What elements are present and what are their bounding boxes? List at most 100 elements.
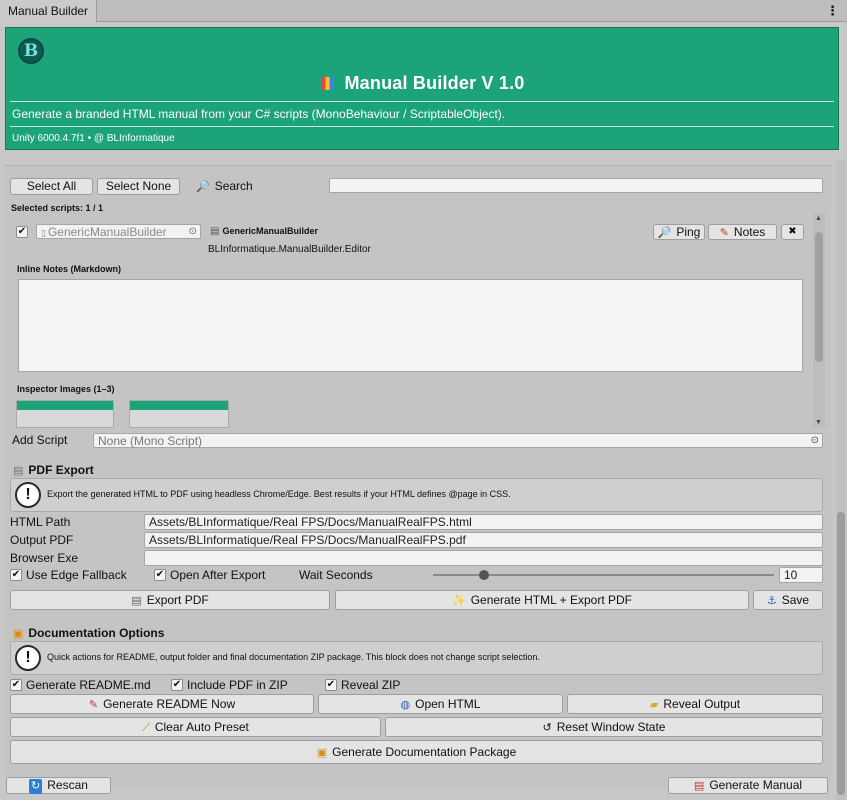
broom-icon: ⟋ bbox=[142, 722, 150, 734]
generate-readme-now-label: Generate README Now bbox=[103, 697, 236, 711]
script-select-checkbox[interactable]: ✔ bbox=[16, 226, 28, 238]
anchor-icon: ⚓ bbox=[766, 595, 777, 607]
generate-manual-label: Generate Manual bbox=[709, 778, 803, 792]
rescan-button[interactable]: ↻ Rescan bbox=[6, 777, 111, 794]
document-icon: ▤ bbox=[693, 780, 705, 792]
palette-icon bbox=[321, 77, 335, 90]
open-html-label: Open HTML bbox=[415, 697, 481, 711]
rescan-label: Rescan bbox=[47, 778, 88, 792]
reveal-zip-checkbox[interactable]: ✔ bbox=[325, 679, 337, 691]
generate-readme-now-button[interactable]: ✎ Generate README Now bbox=[10, 694, 314, 714]
output-pdf-input[interactable]: Assets/BLInformatique/Real FPS/Docs/Manu… bbox=[144, 532, 823, 548]
select-none-button[interactable]: Select None bbox=[97, 178, 180, 195]
script-object-value: GenericManualBuilder bbox=[47, 225, 167, 239]
search-label: Search bbox=[214, 179, 253, 193]
reveal-output-label: Reveal Output bbox=[663, 697, 741, 711]
documentation-options-heading: ▣ Documentation Options bbox=[13, 626, 164, 640]
tab-bar: Manual Builder ⋮ bbox=[0, 0, 847, 22]
remove-script-button[interactable]: ✖ bbox=[781, 224, 804, 240]
generate-readme-md-checkbox[interactable]: ✔ bbox=[10, 679, 22, 691]
generate-readme-md-label: Generate README.md bbox=[26, 678, 151, 692]
info-icon: ! bbox=[15, 645, 41, 671]
divider bbox=[10, 126, 834, 127]
object-picker-icon[interactable]: ⊙ bbox=[189, 225, 197, 239]
scroll-up-icon[interactable]: ▲ bbox=[815, 215, 822, 222]
info-icon: ! bbox=[15, 482, 41, 508]
reset-window-state-button[interactable]: ↺ Reset Window State bbox=[385, 717, 823, 737]
object-picker-icon[interactable]: ⊙ bbox=[811, 434, 819, 448]
package-icon: ▣ bbox=[316, 747, 328, 759]
include-pdf-zip-checkbox[interactable]: ✔ bbox=[171, 679, 183, 691]
script-namespace: BLInformatique.ManualBuilder.Editor bbox=[208, 244, 371, 255]
pdf-export-heading: ▤ PDF Export bbox=[13, 463, 94, 477]
page-title: Manual Builder V 1.0 bbox=[344, 73, 525, 93]
scroll-down-icon[interactable]: ▼ bbox=[815, 419, 822, 426]
pdf-export-info-text: Export the generated HTML to PDF using h… bbox=[47, 489, 511, 499]
generate-manual-button[interactable]: ▤ Generate Manual bbox=[668, 777, 828, 794]
notes-button[interactable]: ✎ Notes bbox=[708, 224, 777, 240]
tab-manual-builder[interactable]: Manual Builder bbox=[0, 0, 98, 22]
ping-label: Ping bbox=[676, 225, 701, 239]
wait-seconds-input[interactable]: 10 bbox=[779, 567, 823, 583]
generate-html-export-pdf-button[interactable]: ✨ Generate HTML + Export PDF bbox=[335, 590, 749, 610]
pencil-icon: ✎ bbox=[719, 227, 729, 239]
subtitle: Generate a branded HTML manual from your… bbox=[12, 107, 506, 121]
save-button[interactable]: ⚓ Save bbox=[753, 590, 823, 610]
open-html-button[interactable]: ◍ Open HTML bbox=[318, 694, 563, 714]
selected-count: Selected scripts: 1 / 1 bbox=[11, 203, 104, 213]
save-label: Save bbox=[781, 593, 810, 607]
window-scroll-thumb[interactable] bbox=[837, 512, 845, 795]
open-after-export-label: Open After Export bbox=[170, 568, 266, 582]
inspector-image-thumbnail[interactable] bbox=[129, 400, 229, 428]
more-options-icon[interactable]: ⋮ bbox=[826, 3, 839, 19]
package-icon: ▣ bbox=[13, 628, 24, 640]
script-name-row: ▤ GenericManualBuilder bbox=[210, 226, 318, 237]
search-input[interactable] bbox=[329, 178, 823, 193]
use-edge-fallback-label: Use Edge Fallback bbox=[26, 568, 127, 582]
magic-wand-icon: ✨ bbox=[452, 595, 466, 607]
script-object-field[interactable]: ▯ GenericManualBuilder ⊙ bbox=[36, 224, 201, 239]
notes-label: Notes bbox=[733, 225, 766, 239]
script-list-scroll-thumb[interactable] bbox=[815, 232, 823, 362]
documentation-info-box: ! Quick actions for README, output folde… bbox=[10, 641, 823, 675]
clear-auto-preset-label: Clear Auto Preset bbox=[154, 720, 249, 734]
html-path-input[interactable]: Assets/BLInformatique/Real FPS/Docs/Manu… bbox=[144, 514, 823, 530]
inspector-images-label: Inspector Images (1–3) bbox=[17, 384, 115, 394]
inline-notes-textarea[interactable] bbox=[18, 279, 803, 372]
version-meta: Unity 6000.4.7f1 • @ BLInformatique bbox=[12, 133, 175, 144]
inline-notes-label: Inline Notes (Markdown) bbox=[17, 264, 122, 274]
reset-window-state-label: Reset Window State bbox=[556, 720, 666, 734]
wait-seconds-label: Wait Seconds bbox=[299, 568, 373, 582]
documentation-options-title: Documentation Options bbox=[28, 626, 165, 640]
add-script-label: Add Script bbox=[12, 433, 68, 447]
logo-icon: B bbox=[18, 38, 44, 64]
open-after-export-checkbox[interactable]: ✔ bbox=[154, 569, 166, 581]
globe-icon: ◍ bbox=[400, 699, 411, 711]
search-label-row: 🔎 Search bbox=[196, 179, 253, 193]
generate-documentation-package-button[interactable]: ▣ Generate Documentation Package bbox=[10, 740, 823, 764]
reveal-zip-label: Reveal ZIP bbox=[341, 678, 401, 692]
pdf-export-title: PDF Export bbox=[28, 463, 94, 477]
documentation-info-text: Quick actions for README, output folder … bbox=[47, 652, 540, 662]
document-icon: ▤ bbox=[131, 595, 142, 607]
export-pdf-button[interactable]: ▤ Export PDF bbox=[10, 590, 330, 610]
divider bbox=[10, 101, 834, 102]
generate-html-export-pdf-label: Generate HTML + Export PDF bbox=[470, 593, 632, 607]
reveal-output-button[interactable]: ▰ Reveal Output bbox=[567, 694, 823, 714]
browser-exe-input[interactable] bbox=[144, 550, 823, 566]
header-banner: B Manual Builder V 1.0 Generate a brande… bbox=[5, 27, 839, 150]
script-file-icon: ▯ bbox=[41, 228, 46, 238]
inspector-image-thumbnail[interactable] bbox=[16, 400, 114, 428]
ping-button[interactable]: 🔎 Ping bbox=[653, 224, 705, 240]
browser-exe-label: Browser Exe bbox=[10, 551, 79, 565]
generate-documentation-package-label: Generate Documentation Package bbox=[332, 745, 517, 759]
output-pdf-label: Output PDF bbox=[10, 533, 74, 547]
use-edge-fallback-checkbox[interactable]: ✔ bbox=[10, 569, 22, 581]
add-script-field[interactable]: None (Mono Script) ⊙ bbox=[93, 433, 823, 448]
refresh-icon: ↺ bbox=[542, 722, 552, 734]
search-icon: 🔎 bbox=[657, 227, 672, 239]
search-icon: 🔎 bbox=[196, 181, 210, 193]
refresh-icon: ↻ bbox=[29, 779, 43, 794]
select-all-button[interactable]: Select All bbox=[10, 178, 93, 195]
clear-auto-preset-button[interactable]: ⟋ Clear Auto Preset bbox=[10, 717, 381, 737]
